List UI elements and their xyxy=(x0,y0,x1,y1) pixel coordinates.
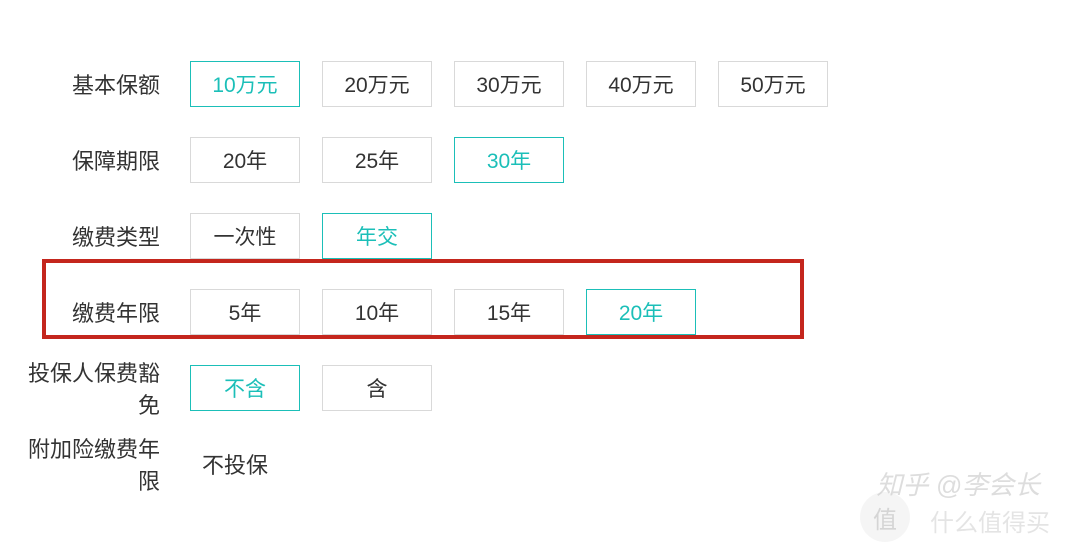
option-basic-amount-20w[interactable]: 20万元 xyxy=(322,61,432,107)
option-years-15[interactable]: 15年 xyxy=(454,289,564,335)
label-additional: 附加险缴费年限 xyxy=(10,432,190,496)
option-coverage-20y[interactable]: 20年 xyxy=(190,137,300,183)
option-basic-amount-10w[interactable]: 10万元 xyxy=(190,61,300,107)
option-basic-amount-30w[interactable]: 30万元 xyxy=(454,61,564,107)
options-basic-amount: 10万元 20万元 30万元 40万元 50万元 xyxy=(190,61,828,107)
label-payment-years: 缴费年限 xyxy=(10,296,190,328)
label-waiver: 投保人保费豁免 xyxy=(10,356,190,420)
label-coverage-period: 保障期限 xyxy=(10,144,190,176)
value-additional: 不投保 xyxy=(190,448,268,480)
row-payment-years: 缴费年限 5年 10年 15年 20年 xyxy=(10,288,1070,336)
option-payment-annual[interactable]: 年交 xyxy=(322,213,432,259)
option-years-10[interactable]: 10年 xyxy=(322,289,432,335)
row-basic-amount: 基本保额 10万元 20万元 30万元 40万元 50万元 xyxy=(10,60,1070,108)
watermark-badge-icon: 值 xyxy=(860,492,910,542)
option-coverage-30y[interactable]: 30年 xyxy=(454,137,564,183)
row-additional: 附加险缴费年限 不投保 xyxy=(10,440,1070,488)
watermark-smzdm: 什么值得买 xyxy=(930,503,1050,538)
row-waiver: 投保人保费豁免 不含 含 xyxy=(10,364,1070,412)
row-payment-type: 缴费类型 一次性 年交 xyxy=(10,212,1070,260)
label-payment-type: 缴费类型 xyxy=(10,220,190,252)
option-years-20[interactable]: 20年 xyxy=(586,289,696,335)
options-payment-type: 一次性 年交 xyxy=(190,213,432,259)
options-waiver: 不含 含 xyxy=(190,365,432,411)
option-waiver-yes[interactable]: 含 xyxy=(322,365,432,411)
insurance-options-form: 基本保额 10万元 20万元 30万元 40万元 50万元 保障期限 20年 2… xyxy=(0,0,1080,488)
option-coverage-25y[interactable]: 25年 xyxy=(322,137,432,183)
option-basic-amount-50w[interactable]: 50万元 xyxy=(718,61,828,107)
options-payment-years: 5年 10年 15年 20年 xyxy=(190,289,696,335)
row-coverage-period: 保障期限 20年 25年 30年 xyxy=(10,136,1070,184)
option-years-5[interactable]: 5年 xyxy=(190,289,300,335)
option-payment-once[interactable]: 一次性 xyxy=(190,213,300,259)
option-basic-amount-40w[interactable]: 40万元 xyxy=(586,61,696,107)
label-basic-amount: 基本保额 xyxy=(10,68,190,100)
options-coverage-period: 20年 25年 30年 xyxy=(190,137,564,183)
option-waiver-no[interactable]: 不含 xyxy=(190,365,300,411)
